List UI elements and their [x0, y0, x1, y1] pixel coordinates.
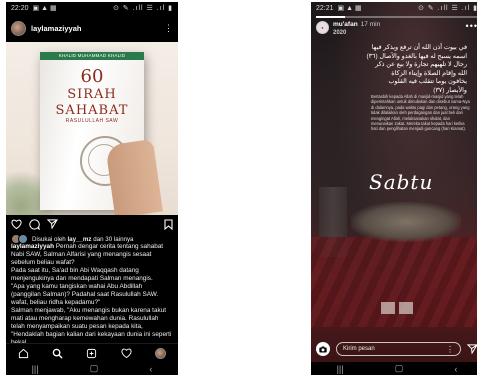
quran-verse-arabic: في بيوت أذن الله أن ترفع ويذكر فيها اسمه… [333, 44, 467, 95]
story-avatar[interactable]: ● [316, 21, 329, 34]
post-username[interactable]: laylamaziyyah [31, 24, 81, 33]
arabic-line: الله وإقام الصلاة وإيتاء الزكاة [391, 69, 467, 77]
book-author: KHALID MUHAMMAD KHALID [58, 53, 126, 58]
story-header: ● mu'afan 17 min 2020 ••• [316, 21, 477, 41]
home-button-icon[interactable]: ▢ [395, 363, 404, 374]
story-username[interactable]: mu'afan [333, 21, 358, 28]
back-icon[interactable]: ‹ [454, 364, 457, 374]
status-bar: 22:20 ▣ ▲ ▦ ⊙ ✎ .ıll ☰ .ıl ▮ [6, 2, 178, 14]
send-message-input[interactable]: Kirim pesan ⋮ [336, 342, 461, 356]
activity-heart-icon[interactable] [121, 348, 132, 358]
arabic-line: اسمه يسبح له فيها بالغدو والآصال (٣٦) [366, 52, 467, 60]
status-bar: 22:21 ▣ ▲ ▦ ⊙ ✎ .ıll ☰ .ıl ▮ [311, 2, 477, 14]
status-time: 22:20 [11, 4, 29, 12]
new-post-icon[interactable] [86, 348, 97, 359]
like-heart-icon[interactable] [11, 219, 22, 229]
post-image[interactable]: KHALID MUHAMMAD KHALID 60 SIRAH SAHABAT … [6, 42, 178, 215]
liked-by-rest: dan 30 lainnya [91, 235, 134, 243]
back-icon[interactable]: ‹ [149, 364, 152, 374]
story-year: 2020 [333, 30, 347, 36]
notification-icons: ▣ ▲ ▦ [32, 5, 57, 12]
profile-avatar-icon[interactable] [155, 347, 167, 359]
search-icon[interactable] [52, 348, 63, 359]
bookmark-icon[interactable] [164, 218, 173, 230]
status-time: 22:21 [316, 4, 334, 12]
arabic-line: في بيوت أذن الله أن ترفع ويذكر فيها [371, 44, 467, 51]
book-title-2: SAHABAT [55, 103, 129, 118]
story-reply-bar: Kirim pesan ⋮ [316, 339, 477, 359]
story-time: 17 min [360, 21, 381, 28]
caption-username[interactable]: laylamaziyyah [11, 243, 54, 250]
status-right-icons: ⊙ ✎ .ıll ☰ .ıl ▮ [417, 5, 477, 12]
liked-by-user[interactable]: lay__mz [67, 236, 91, 243]
caption-line: Salman menjawab, "Aku menangis bukan kar… [11, 307, 167, 330]
caption-line: "Apa yang kamu tangiskan wahai Abu Abdil… [11, 283, 159, 306]
day-label: Sabtu [369, 170, 434, 194]
share-send-icon[interactable] [467, 344, 477, 354]
arabic-line: رجال لا تلهيهم تجارة ولا بيع عن ذكر [375, 61, 467, 68]
home-icon[interactable] [18, 348, 29, 359]
book-title-3: RASULULLAH SAW [65, 118, 119, 124]
instagram-post-screen: 22:20 ▣ ▲ ▦ ⊙ ✎ .ıll ☰ .ıl ▮ laylamaziyy… [6, 2, 178, 375]
comment-icon[interactable] [29, 218, 40, 230]
arabic-line: يخافون يوما تتقلب فيه القلوب [388, 78, 467, 85]
recent-apps-icon[interactable]: ||| [32, 364, 39, 374]
caption-line: Pada saat itu, Sa'ad bin Abi Waqqash dat… [11, 267, 153, 282]
recent-apps-icon[interactable]: ||| [337, 364, 344, 374]
more-options-icon[interactable]: ••• [466, 21, 477, 31]
system-nav-bar: ||| ▢ ‹ [311, 362, 477, 375]
camera-icon[interactable] [316, 342, 330, 356]
post-caption: laylamaziyyah Pernah dengar cerita tenta… [11, 243, 173, 347]
bottom-nav [6, 343, 178, 362]
post-header: laylamaziyyah ⋮ [6, 15, 178, 41]
sleeping-person [351, 202, 461, 242]
message-placeholder: Kirim pesan [343, 346, 375, 352]
story-progress-bar [316, 16, 477, 18]
system-nav-bar: ||| ▢ ‹ [6, 362, 178, 375]
avatar[interactable] [11, 20, 26, 36]
story-progress-fill [316, 16, 346, 18]
post-actions [11, 217, 173, 231]
status-right-icons: ⊙ ✎ .ıll ☰ .ıl ▮ [112, 5, 173, 12]
liked-by-prefix: Disukai oleh [32, 235, 68, 243]
home-button-icon[interactable]: ▢ [90, 363, 99, 374]
more-options-icon[interactable]: ⋮ [164, 23, 173, 34]
more-vertical-icon[interactable]: ⋮ [446, 345, 454, 354]
share-send-icon[interactable] [47, 219, 58, 229]
hand-holding-book [105, 139, 163, 215]
instagram-story-screen: 22:21 ▣ ▲ ▦ ⊙ ✎ .ıll ☰ .ıl ▮ ● mu'afan 17… [311, 2, 477, 375]
verse-translation: Bertasbih kepada Allah di masjid-masjid … [371, 94, 470, 132]
notification-icons: ▣ ▲ ▦ [337, 5, 362, 12]
book-number: 60 [80, 66, 104, 87]
book-title-1: SIRAH [67, 87, 117, 102]
